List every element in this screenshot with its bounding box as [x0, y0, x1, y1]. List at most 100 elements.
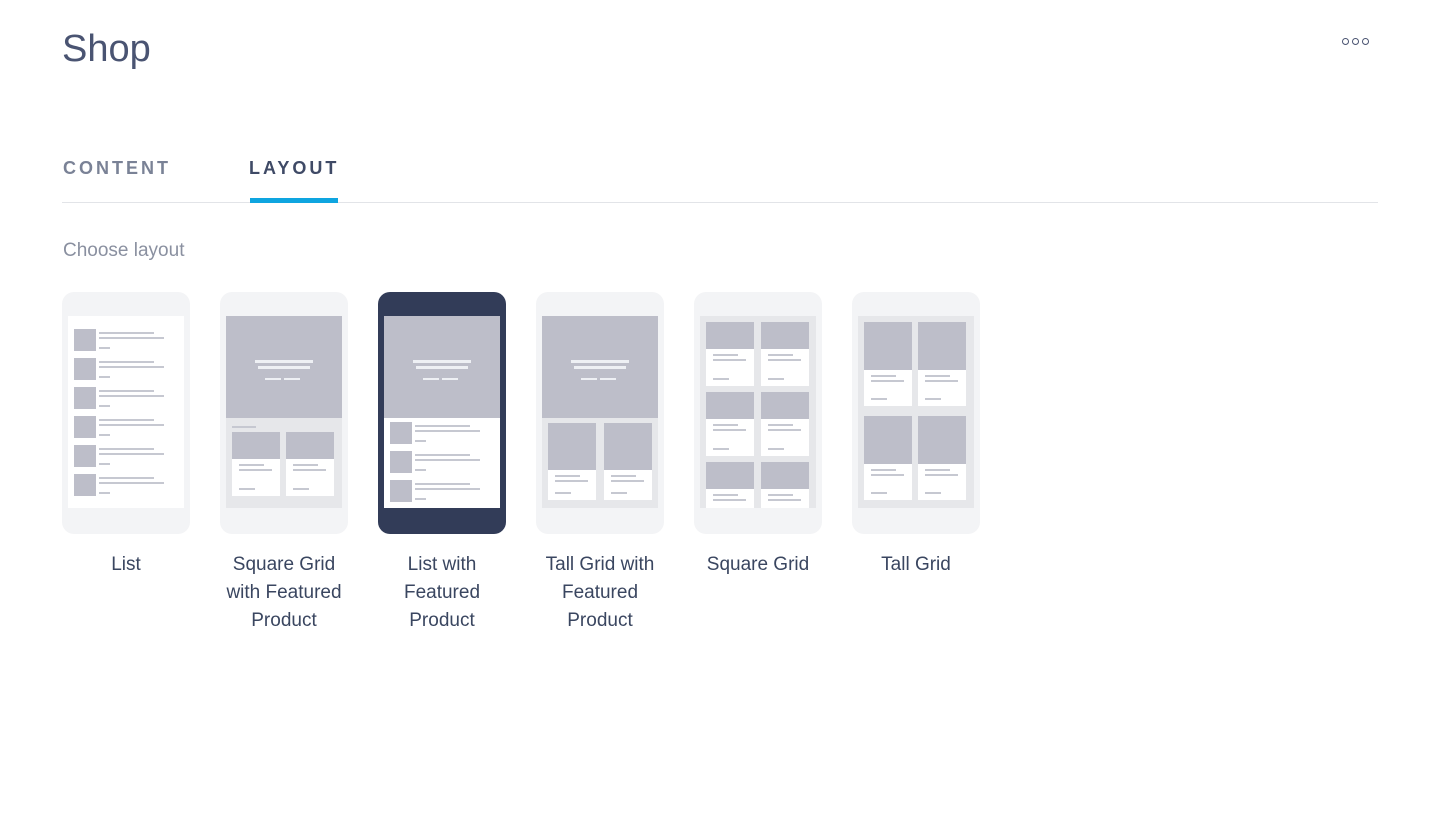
layout-option-tall-grid[interactable]: Tall Grid [852, 292, 980, 579]
thumb-line [871, 474, 904, 476]
layout-thumbnail[interactable] [694, 292, 822, 534]
layout-thumbnail[interactable] [536, 292, 664, 534]
layout-label: Tall Grid [881, 554, 951, 575]
thumb-line [99, 492, 110, 494]
thumb-line [415, 488, 480, 490]
thumbnail-screen [226, 316, 342, 508]
thumb-line [925, 398, 941, 400]
thumbnail-screen [858, 316, 974, 508]
thumb-line [555, 475, 580, 477]
thumb-line [581, 378, 597, 380]
thumb-line [258, 366, 310, 369]
tab-content[interactable]: CONTENT [63, 158, 171, 179]
thumb-image [918, 416, 966, 464]
thumbnail-screen [542, 316, 658, 508]
thumb-line [99, 361, 154, 363]
thumb-line [713, 494, 738, 496]
layout-option-square-featured[interactable]: Square Grid with Featured Product [220, 292, 348, 635]
thumb-line [415, 425, 470, 427]
thumb-line [99, 390, 154, 392]
thumb-line [239, 469, 272, 471]
thumb-line [611, 480, 644, 482]
layout-thumbnail[interactable] [62, 292, 190, 534]
thumb-line [99, 395, 164, 397]
thumb-line [239, 488, 255, 490]
layout-thumbnail[interactable] [378, 292, 506, 534]
thumb-image [286, 432, 334, 459]
thumb-line [284, 378, 300, 380]
thumb-image [706, 392, 754, 419]
thumb-line [293, 488, 309, 490]
thumb-image [74, 329, 96, 351]
thumb-image [74, 445, 96, 467]
thumb-line [768, 378, 784, 380]
thumb-line [768, 448, 784, 450]
thumb-line [415, 469, 426, 471]
thumb-line [925, 469, 950, 471]
thumb-line [925, 375, 950, 377]
thumb-line [265, 378, 281, 380]
thumb-line [415, 440, 426, 442]
more-options-icon[interactable] [1342, 38, 1369, 45]
thumb-line [571, 360, 629, 363]
thumb-line [99, 347, 110, 349]
thumb-line [871, 380, 904, 382]
thumb-image [706, 462, 754, 489]
layout-thumbnail[interactable] [220, 292, 348, 534]
thumb-line [442, 378, 458, 380]
thumbnail-screen [68, 316, 184, 508]
thumbnail-screen [384, 316, 500, 508]
thumb-line [574, 366, 626, 369]
thumb-line [768, 429, 801, 431]
layout-option-list-featured[interactable]: List with Featured Product [378, 292, 506, 635]
active-tab-indicator [250, 198, 338, 203]
thumb-line [871, 375, 896, 377]
layout-thumbnail[interactable] [852, 292, 980, 534]
thumb-line [99, 448, 154, 450]
thumb-line [713, 359, 746, 361]
thumb-line [415, 454, 470, 456]
thumb-image [548, 423, 596, 470]
tab-layout[interactable]: LAYOUT [249, 158, 339, 179]
thumb-image [706, 322, 754, 349]
thumb-line [768, 359, 801, 361]
thumb-line [416, 366, 468, 369]
thumb-line [555, 480, 588, 482]
layout-option-square-grid[interactable]: Square Grid [694, 292, 822, 579]
thumb-image [390, 480, 412, 502]
thumb-line [255, 360, 313, 363]
thumb-line [99, 463, 110, 465]
layout-label: List with Featured Product [403, 554, 481, 631]
thumb-line [99, 424, 164, 426]
thumb-line [99, 434, 110, 436]
layout-label: Tall Grid with Featured Product [545, 554, 655, 631]
thumb-line [99, 405, 110, 407]
thumb-image [864, 322, 912, 370]
layout-option-list[interactable]: List [62, 292, 190, 579]
thumb-line [768, 424, 793, 426]
thumb-line [713, 354, 738, 356]
thumb-line [768, 494, 793, 496]
thumb-line [99, 376, 110, 378]
thumb-line [99, 337, 164, 339]
thumb-image [918, 322, 966, 370]
thumb-line [713, 424, 738, 426]
layout-option-tall-featured[interactable]: Tall Grid with Featured Product [536, 292, 664, 635]
thumb-line [415, 483, 470, 485]
section-label: Choose layout [63, 240, 185, 261]
thumb-line [415, 498, 426, 500]
layout-label: Square Grid [706, 554, 810, 575]
thumb-line [415, 459, 480, 461]
thumb-image [761, 462, 809, 489]
thumb-line [768, 499, 801, 501]
thumb-image [761, 322, 809, 349]
thumb-line [413, 360, 471, 363]
thumb-line [415, 430, 480, 432]
thumb-image [74, 474, 96, 496]
thumb-line [925, 474, 958, 476]
thumb-image [74, 387, 96, 409]
thumb-image [390, 422, 412, 444]
thumb-image [232, 432, 280, 459]
thumb-line [871, 469, 896, 471]
thumb-image [761, 392, 809, 419]
